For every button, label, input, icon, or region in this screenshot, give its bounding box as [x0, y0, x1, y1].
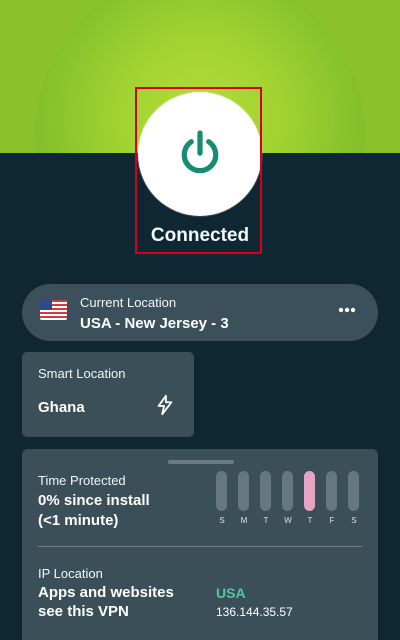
current-location-card[interactable]: Current Location USA - New Jersey - 3: [22, 284, 378, 341]
time-protected-percent: 0% since install: [38, 492, 150, 509]
current-location-label: Current Location: [80, 295, 177, 310]
bolt-icon: [157, 394, 173, 416]
ip-address: 136.144.35.57: [216, 605, 293, 619]
smart-location-value: Ghana: [38, 399, 85, 416]
day-label: W: [284, 516, 292, 525]
day-tuesday: T: [255, 471, 277, 529]
time-protected-duration: (<1 minute): [38, 512, 119, 529]
day-bar: [260, 471, 271, 511]
ip-country: USA: [216, 585, 246, 601]
day-label: S: [219, 516, 225, 525]
day-bar: [216, 471, 227, 511]
ip-location-label: IP Location: [38, 566, 103, 581]
us-flag-icon: [40, 300, 67, 320]
day-label: S: [351, 516, 357, 525]
smart-location-card[interactable]: Smart Location Ghana: [22, 352, 194, 437]
day-label: T: [307, 516, 313, 525]
day-bar: [348, 471, 359, 511]
more-options-icon[interactable]: [337, 300, 357, 320]
day-bar: [326, 471, 337, 511]
connection-status: Connected: [150, 225, 250, 246]
day-bar: [282, 471, 293, 511]
section-divider: [38, 546, 362, 547]
time-protected-label: Time Protected: [38, 473, 126, 488]
day-label: M: [240, 516, 248, 525]
day-sunday: S: [211, 471, 233, 529]
protection-info-sheet[interactable]: Time Protected 0% since install (<1 minu…: [22, 449, 378, 640]
weekly-protection-chart: S M T W T F S: [211, 471, 365, 529]
ip-location-description-line-2: see this VPN: [38, 603, 129, 620]
day-label: T: [263, 516, 269, 525]
day-bar: [238, 471, 249, 511]
day-thursday: T: [299, 471, 321, 529]
day-label: F: [329, 516, 335, 525]
day-wednesday: W: [277, 471, 299, 529]
day-friday: F: [321, 471, 343, 529]
vpn-home-screen: Connected Current Location USA - New Jer…: [0, 0, 400, 640]
day-monday: M: [233, 471, 255, 529]
smart-location-label: Smart Location: [38, 366, 126, 381]
day-saturday: S: [343, 471, 365, 529]
ip-location-description-line-1: Apps and websites: [38, 584, 174, 601]
current-location-value: USA - New Jersey - 3: [80, 315, 229, 332]
sheet-handle[interactable]: [168, 460, 234, 464]
day-bar-active: [304, 471, 315, 511]
